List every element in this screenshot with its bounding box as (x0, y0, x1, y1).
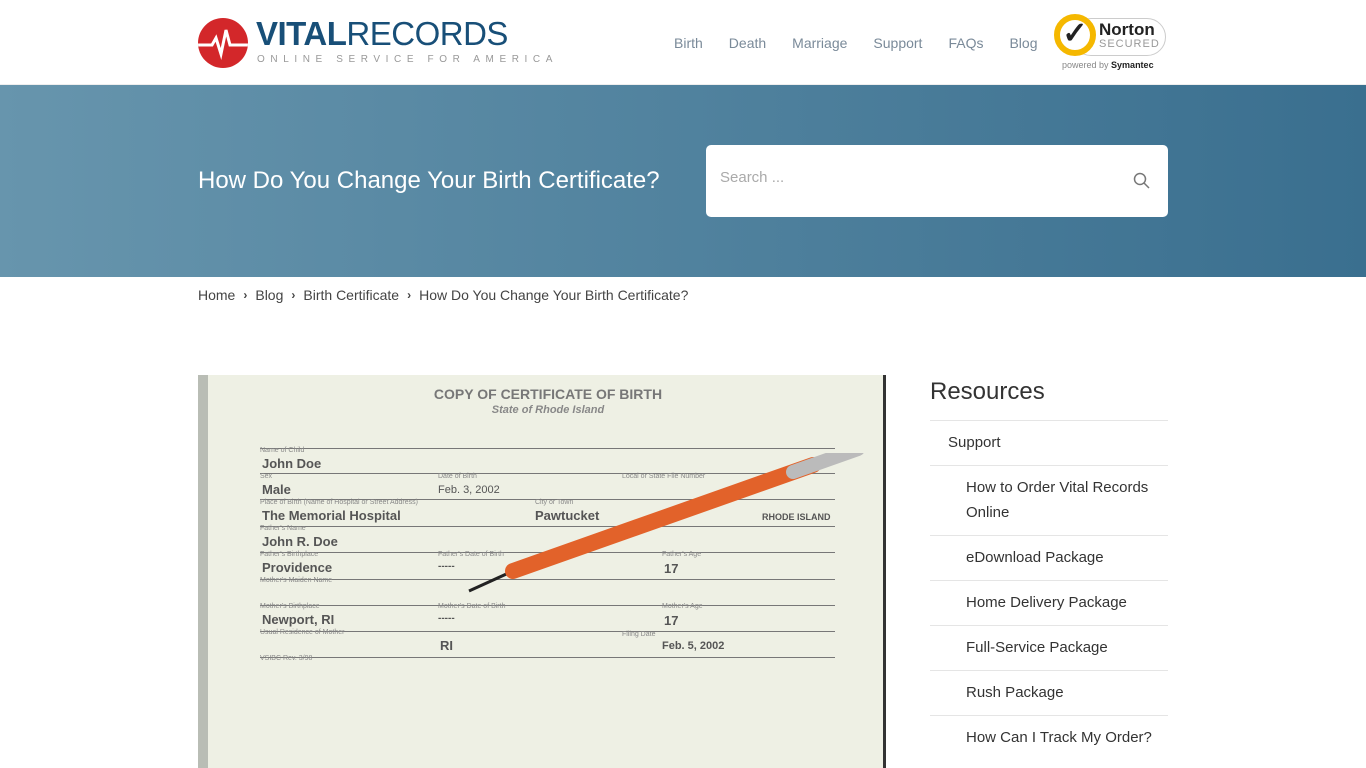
cert-label: Name of Child (260, 447, 305, 454)
norton-secured-badge[interactable]: ✓ Norton SECURED powered by Symantec (1054, 12, 1168, 72)
cert-label: Mother's Birthplace (260, 603, 320, 610)
norton-secured: SECURED (1099, 38, 1160, 50)
logo-word-vital: VITAL (256, 15, 347, 52)
cert-label: Filing Date (622, 631, 656, 638)
chevron-right-icon: › (243, 288, 248, 302)
cert-value: ----- (438, 561, 455, 572)
sidebar-item-full-service[interactable]: Full-Service Package (930, 625, 1168, 670)
breadcrumb-birth-certificate[interactable]: Birth Certificate (303, 287, 399, 303)
cert-label: Mother's Age (662, 603, 703, 610)
cert-value: ----- (438, 613, 455, 624)
cert-label: VSIBC Rev. 3/98 (260, 655, 313, 662)
breadcrumb-current: How Do You Change Your Birth Certificate… (419, 287, 689, 303)
sidebar-item-rush[interactable]: Rush Package (930, 670, 1168, 715)
sidebar-item-track-order[interactable]: How Can I Track My Order? (930, 715, 1168, 760)
powered-by: powered by (1062, 60, 1109, 70)
search-icon[interactable] (1133, 172, 1150, 189)
heartbeat-logo-icon (198, 18, 248, 68)
chevron-right-icon: › (291, 288, 296, 302)
chevron-right-icon: › (407, 288, 412, 302)
symantec: Symantec (1111, 60, 1154, 70)
breadcrumb-blog[interactable]: Blog (255, 287, 283, 303)
nav-faqs[interactable]: FAQs (948, 35, 983, 51)
page-title: How Do You Change Your Birth Certificate… (198, 167, 660, 194)
cert-label: Sex (260, 473, 273, 480)
search-box (706, 145, 1168, 217)
birth-certificate-image: COPY OF CERTIFICATE OF BIRTH State of Rh… (198, 375, 886, 768)
cert-value: Providence (262, 560, 333, 575)
nav-birth[interactable]: Birth (674, 35, 703, 51)
pen-icon (468, 453, 864, 593)
sidebar-item-edownload[interactable]: eDownload Package (930, 535, 1168, 580)
checkmark-icon: ✓ (1054, 14, 1096, 56)
breadcrumb: Home › Blog › Birth Certificate › How Do Yo… (198, 287, 688, 303)
sidebar-item-home-delivery[interactable]: Home Delivery Package (930, 580, 1168, 625)
breadcrumb-home[interactable]: Home (198, 287, 235, 303)
cert-value: RI (440, 638, 453, 653)
cert-value: John R. Doe (262, 534, 338, 549)
cert-label: Mother's Maiden Name (260, 577, 333, 584)
cert-title: COPY OF CERTIFICATE OF BIRTH (433, 386, 663, 402)
sidebar-title: Resources (930, 378, 1045, 405)
cert-label: Father's Name (260, 525, 306, 532)
nav-death[interactable]: Death (729, 35, 766, 51)
logo-tagline: ONLINE SERVICE FOR AMERICA (257, 54, 559, 65)
cert-value: The Memorial Hospital (262, 508, 401, 523)
cert-state: State of Rhode Island (491, 404, 605, 416)
resources-sidebar: Resources Support How to Order Vital Rec… (930, 378, 1168, 760)
cert-label: Place of Birth (Name of Hospital or Stre… (260, 499, 418, 506)
site-logo[interactable]: VITALRECORDS ONLINE SERVICE FOR AMERICA (198, 15, 559, 68)
search-input[interactable] (720, 169, 1120, 186)
cert-label: Mother's Date of Birth (438, 603, 506, 610)
cert-label: Father's Birthplace (260, 551, 319, 558)
nav-blog[interactable]: Blog (1009, 35, 1037, 51)
nav-marriage[interactable]: Marriage (792, 35, 847, 51)
cert-label: Usual Residence of Mother (260, 629, 345, 636)
norton-name: Norton (1099, 20, 1155, 39)
cert-value: Newport, RI (262, 612, 335, 627)
site-header: VITALRECORDS ONLINE SERVICE FOR AMERICA … (0, 0, 1366, 85)
cert-value: Feb. 5, 2002 (662, 640, 725, 652)
sidebar-item-support[interactable]: Support (930, 420, 1168, 465)
hero-banner: How Do You Change Your Birth Certificate… (0, 85, 1366, 277)
cert-value: John Doe (262, 456, 322, 471)
main-nav: Birth Death Marriage Support FAQs Blog (674, 35, 1038, 51)
cert-value: 17 (664, 613, 679, 628)
nav-support[interactable]: Support (873, 35, 922, 51)
sidebar-item-how-to-order[interactable]: How to Order Vital Records Online (930, 465, 1168, 535)
logo-word-records: RECORDS (346, 15, 508, 52)
cert-value: Male (262, 482, 291, 497)
